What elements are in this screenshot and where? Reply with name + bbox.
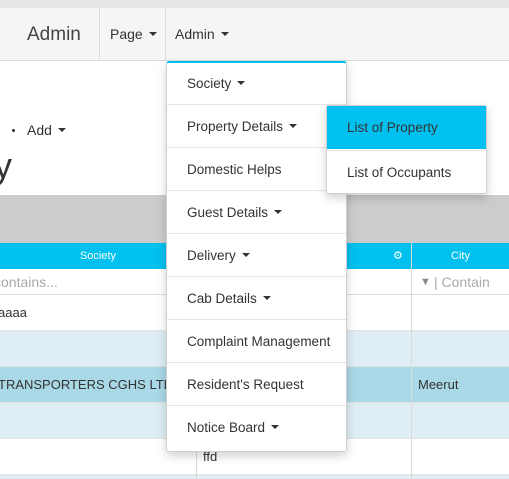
caret-down-icon bbox=[220, 32, 229, 37]
menu-item-complaint-management[interactable]: Complaint Management bbox=[167, 321, 346, 363]
menu-item-label: Cab Details bbox=[187, 291, 257, 306]
add-menu-button[interactable]: Add bbox=[27, 122, 66, 138]
menu-item-society[interactable]: Society bbox=[167, 63, 346, 105]
navbar: Admin Page Admin bbox=[0, 8, 509, 61]
menu-item-label: Delivery bbox=[187, 248, 236, 263]
menu-item-residents-request[interactable]: Resident's Request bbox=[167, 364, 346, 406]
caret-down-icon bbox=[271, 425, 280, 430]
menu-item-label: Property Details bbox=[187, 119, 284, 134]
submenu-item-label: List of Occupants bbox=[347, 165, 452, 180]
gear-icon[interactable]: ⚙ bbox=[393, 243, 403, 269]
navbar-divider bbox=[165, 8, 166, 60]
society-cell: TRANSPORTERS CGHS LTD bbox=[0, 377, 174, 392]
column-divider bbox=[411, 243, 412, 479]
caret-down-icon bbox=[274, 210, 283, 215]
column-header-label: City bbox=[451, 250, 470, 262]
menu-item-label: Complaint Management bbox=[187, 334, 331, 349]
menu-item-delivery[interactable]: Delivery bbox=[167, 235, 346, 277]
window-top-strip bbox=[0, 0, 509, 8]
menu-item-notice-board[interactable]: Notice Board bbox=[167, 407, 346, 449]
caret-down-icon bbox=[289, 124, 298, 129]
society-cell: aaaa bbox=[0, 305, 27, 320]
navbar-divider bbox=[99, 8, 100, 60]
page-title: y bbox=[0, 145, 12, 186]
menu-item-label: Guest Details bbox=[187, 205, 269, 220]
menu-item-cab-details[interactable]: Cab Details bbox=[167, 278, 346, 320]
bullet-icon bbox=[12, 129, 15, 132]
admin-menu-label: Admin bbox=[175, 26, 215, 42]
add-label: Add bbox=[27, 122, 52, 138]
column-header-city[interactable]: City bbox=[412, 243, 509, 269]
column-header-label: Society bbox=[79, 250, 117, 262]
menu-item-property-details[interactable]: Property Details bbox=[167, 106, 346, 148]
submenu-item-label: List of Property bbox=[347, 120, 438, 135]
menu-item-guest-details[interactable]: Guest Details bbox=[167, 192, 346, 234]
admin-dropdown-menu: Society Property Details Domestic Helps … bbox=[166, 61, 347, 452]
caret-down-icon bbox=[262, 296, 271, 301]
caret-down-icon bbox=[241, 253, 250, 258]
caret-down-icon bbox=[148, 32, 157, 37]
submenu-item-list-of-property[interactable]: List of Property bbox=[327, 106, 486, 149]
admin-menu-button[interactable]: Admin bbox=[175, 8, 229, 60]
menu-item-label: Domestic Helps bbox=[187, 162, 282, 177]
city-filter-input[interactable]: | Contain bbox=[434, 270, 490, 294]
submenu-item-list-of-occupants[interactable]: List of Occupants bbox=[327, 150, 486, 193]
menu-item-label: Notice Board bbox=[187, 420, 266, 435]
brand-title[interactable]: Admin bbox=[27, 24, 81, 46]
property-details-submenu: List of Property List of Occupants bbox=[326, 105, 487, 194]
table-row[interactable] bbox=[0, 475, 509, 479]
city-cell: Meerut bbox=[418, 377, 459, 392]
menu-item-domestic-helps[interactable]: Domestic Helps bbox=[167, 149, 346, 191]
filter-icon[interactable]: ▼ bbox=[420, 270, 431, 294]
caret-down-icon bbox=[237, 81, 246, 86]
menu-item-label: Resident's Request bbox=[187, 377, 304, 392]
page-menu-button[interactable]: Page bbox=[110, 8, 157, 60]
menu-item-label: Society bbox=[187, 76, 232, 91]
page-menu-label: Page bbox=[110, 26, 143, 42]
caret-down-icon bbox=[57, 128, 66, 133]
society-filter-input[interactable]: contains... bbox=[0, 270, 58, 294]
